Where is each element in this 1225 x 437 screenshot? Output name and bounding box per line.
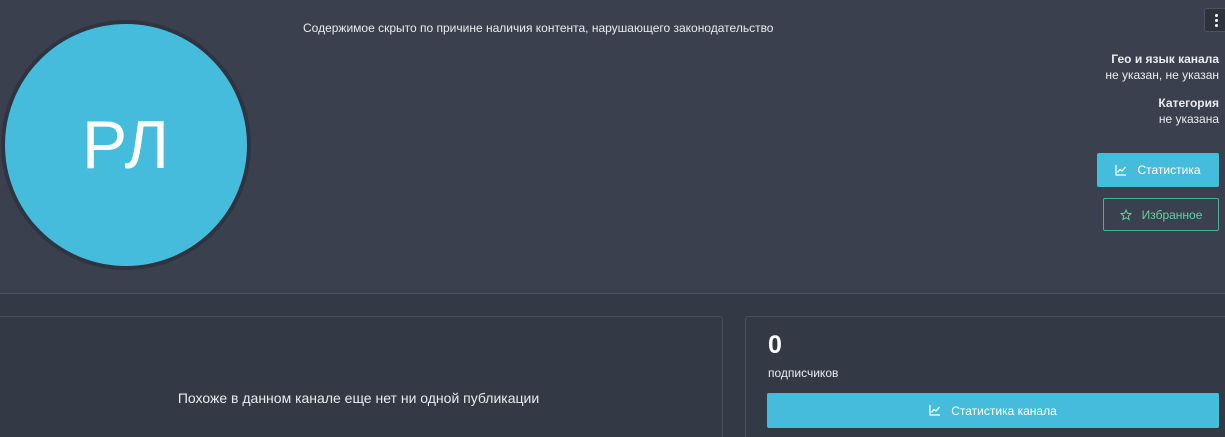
channel-header: РЛ Содержимое скрыто по причине наличия … (0, 0, 1225, 294)
subscribers-count: 0 (768, 331, 782, 359)
geo-language-value: не указан, не указан (1105, 68, 1219, 82)
channel-statistics-button-label: Статистика канала (951, 403, 1057, 418)
channel-avatar: РЛ (1, 20, 251, 270)
channel-page: РЛ Содержимое скрыто по причине наличия … (0, 0, 1225, 437)
statistics-button-label: Статистика (1137, 163, 1201, 177)
hidden-content-notice: Содержимое скрыто по причине наличия кон… (303, 21, 774, 35)
no-posts-message: Похоже в данном канале еще нет ни одной … (177, 390, 540, 406)
category-info: Категория не указана (1158, 96, 1219, 126)
channel-statistics-button[interactable]: Статистика канала (767, 393, 1219, 428)
subscribers-card: 0 подписчиков Статистика канала (745, 316, 1225, 437)
star-outline-icon (1119, 208, 1132, 221)
line-chart-icon (929, 405, 941, 416)
geo-language-info: Гео и язык канала не указан, не указан (1105, 52, 1219, 82)
line-chart-icon (1115, 164, 1127, 176)
avatar-initials: РЛ (81, 107, 171, 183)
statistics-button[interactable]: Статистика (1097, 153, 1219, 187)
category-label: Категория (1158, 96, 1219, 110)
subscribers-label: подписчиков (768, 366, 839, 380)
more-menu-button[interactable] (1204, 8, 1225, 32)
posts-feed-card: Похоже в данном канале еще нет ни одной … (0, 316, 723, 437)
favorite-button-label: Избранное (1141, 207, 1203, 222)
favorite-button[interactable]: Избранное (1103, 198, 1219, 231)
geo-language-label: Гео и язык канала (1111, 52, 1219, 66)
category-value: не указана (1158, 112, 1219, 126)
vertical-dots-icon (1214, 13, 1218, 17)
